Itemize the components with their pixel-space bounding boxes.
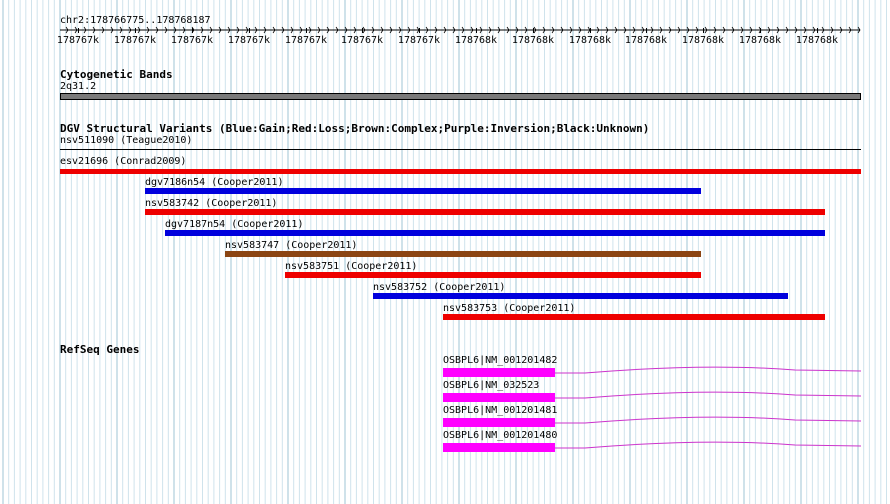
ruler-tick-label: 178768k — [624, 35, 668, 46]
refseq-intron-line[interactable] — [555, 363, 861, 379]
ruler-tick-mark — [249, 28, 250, 33]
ruler-tick-mark — [192, 28, 193, 33]
dgv-variant-label: dgv7187n54 (Cooper2011) — [165, 219, 304, 230]
ruler-tick-label: 178767k — [56, 35, 100, 46]
dgv-variant-bar[interactable] — [373, 293, 788, 299]
dgv-variant-bar[interactable] — [60, 149, 861, 150]
dgv-variant-bar[interactable] — [60, 169, 861, 174]
dgv-variant-bar[interactable] — [285, 272, 701, 278]
ruler-tick-mark — [476, 28, 477, 33]
refseq-exon-bar[interactable] — [443, 418, 555, 427]
ruler-tick-mark — [419, 28, 420, 33]
refseq-gene-label: OSBPL6|NM_001201481 — [443, 405, 558, 416]
refseq-intron-line[interactable] — [555, 388, 861, 404]
ruler-tick-label: 178767k — [113, 35, 157, 46]
dgv-variant-bar[interactable] — [165, 230, 825, 236]
ruler-tick-label: 178768k — [511, 35, 555, 46]
ruler-tick-label: 178767k — [340, 35, 384, 46]
cytoband-track-title[interactable]: Cytogenetic Bands — [60, 68, 173, 81]
cytoband-label: 2q31.2 — [60, 81, 97, 92]
refseq-exon-bar[interactable] — [443, 368, 555, 377]
ruler-tick-label: 178767k — [170, 35, 214, 46]
dgv-track-title[interactable]: DGV Structural Variants (Blue:Gain;Red:L… — [60, 122, 649, 135]
refseq-intron-line[interactable] — [555, 438, 861, 454]
ruler-tick-label: 178768k — [568, 35, 612, 46]
refseq-track-title[interactable]: RefSeq Genes — [60, 343, 139, 356]
dgv-variant-label: nsv511090 (Teague2010) — [60, 135, 193, 146]
ruler-tick-mark — [817, 28, 818, 33]
ruler-tick-mark — [306, 28, 307, 33]
ruler-tick-mark — [590, 28, 591, 33]
ruler-tick-label: 178767k — [284, 35, 328, 46]
dgv-variant-bar[interactable] — [145, 209, 825, 215]
ruler-tick-label: 178767k — [227, 35, 271, 46]
ruler-tick-mark — [135, 28, 136, 33]
ruler-tick-mark — [533, 28, 534, 33]
refseq-intron-line[interactable] — [555, 413, 861, 429]
dgv-variant-label: nsv583753 (Cooper2011) — [443, 303, 576, 314]
dgv-variant-bar[interactable] — [225, 251, 701, 257]
dgv-variant-label: nsv583751 (Cooper2011) — [285, 261, 418, 272]
dgv-variant-label: nsv583742 (Cooper2011) — [145, 198, 278, 209]
ruler-tick-mark — [646, 28, 647, 33]
dgv-variant-label: nsv583752 (Cooper2011) — [373, 282, 506, 293]
ruler-tick-mark — [362, 28, 363, 33]
ruler-tick-mark — [760, 28, 761, 33]
ruler-tick-mark — [78, 28, 79, 33]
ruler-tick-label: 178768k — [454, 35, 498, 46]
refseq-exon-bar[interactable] — [443, 443, 555, 452]
refseq-exon-bar[interactable] — [443, 393, 555, 402]
ruler-tick-label: 178768k — [681, 35, 725, 46]
refseq-gene-label: OSBPL6|NM_001201480 — [443, 430, 558, 441]
dgv-variant-bar[interactable] — [443, 314, 825, 320]
ruler-tick-label: 178768k — [795, 35, 839, 46]
ruler-tick-label: 178767k — [397, 35, 441, 46]
cytoband-bar[interactable] — [60, 93, 861, 100]
dgv-variant-bar[interactable] — [145, 188, 701, 194]
dgv-variant-label: nsv583747 (Cooper2011) — [225, 240, 358, 251]
dgv-variant-label: dgv7186n54 (Cooper2011) — [145, 177, 284, 188]
refseq-gene-label: OSBPL6|NM_001201482 — [443, 355, 558, 366]
ruler-tick-label: 178768k — [738, 35, 782, 46]
refseq-gene-label: OSBPL6|NM_032523 — [443, 380, 540, 391]
ruler-tick-mark — [703, 28, 704, 33]
dgv-variant-label: esv21696 (Conrad2009) — [60, 156, 187, 167]
